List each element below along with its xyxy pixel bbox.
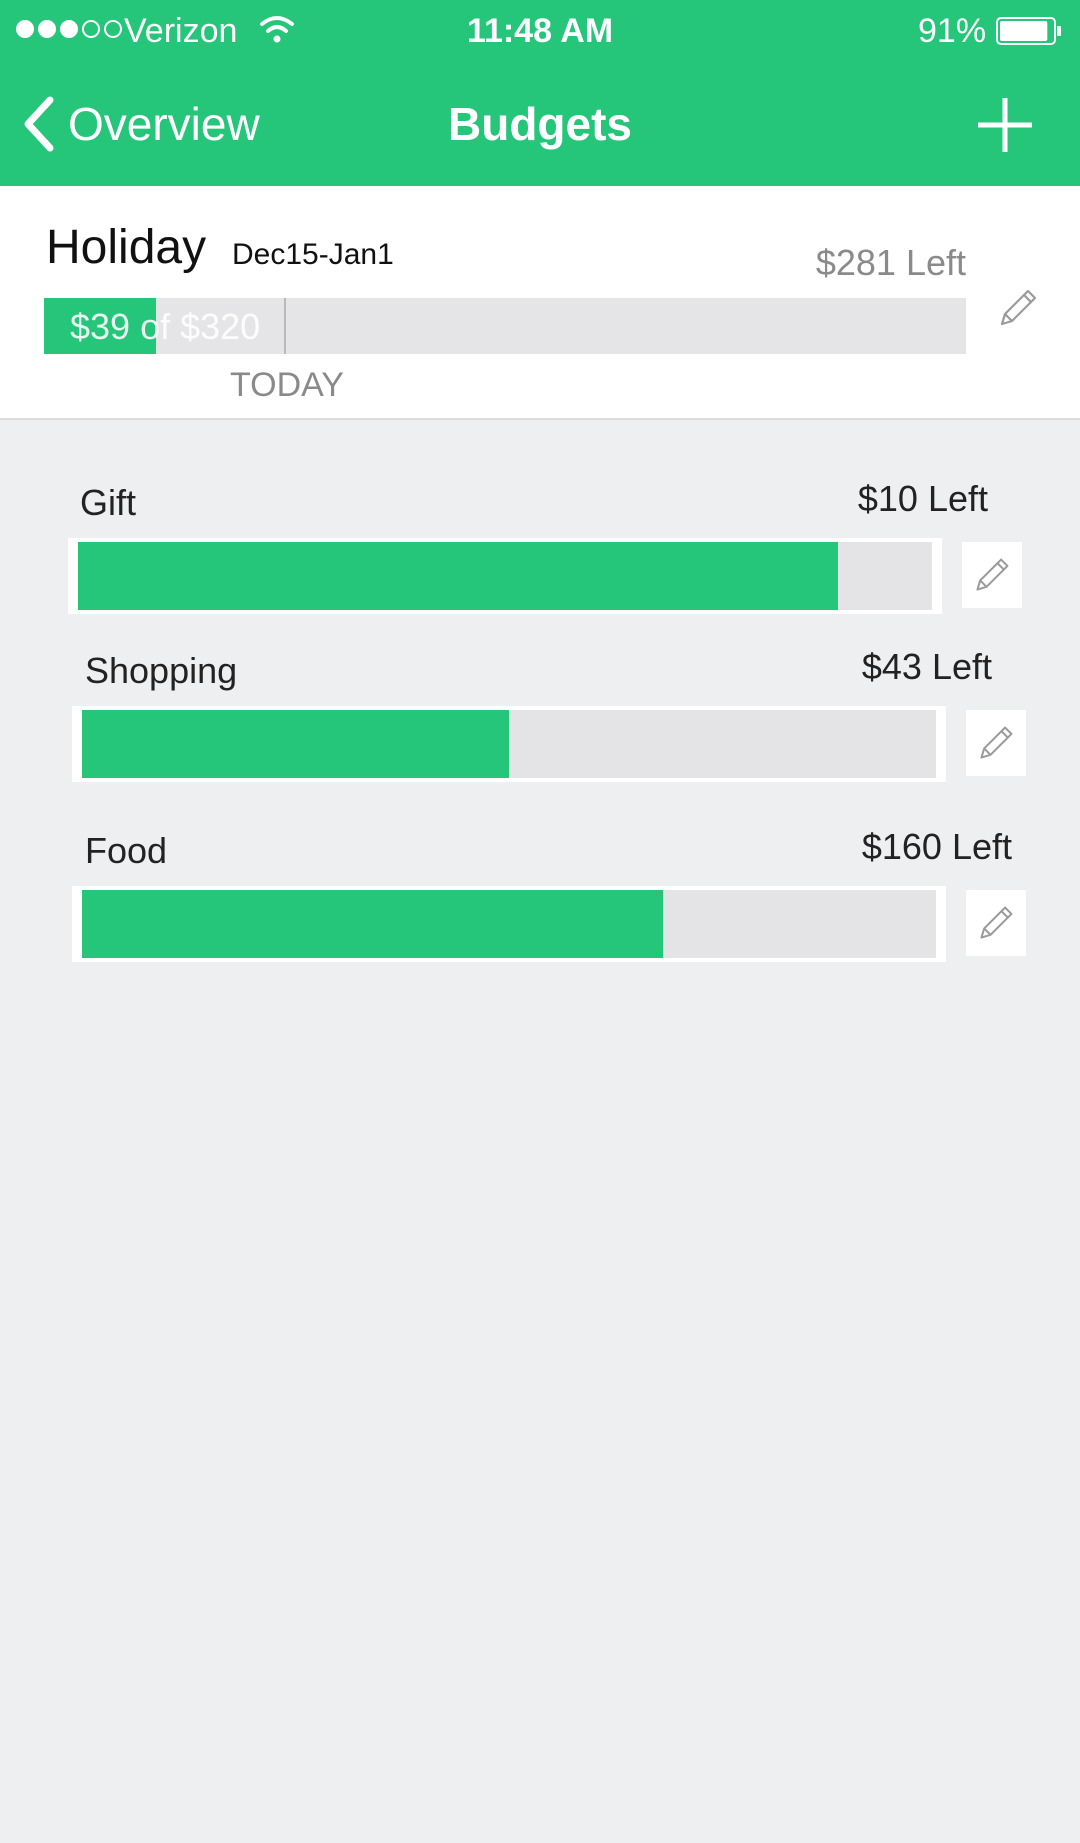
category-name: Food: [85, 830, 168, 871]
category-progress-bar: [72, 706, 946, 782]
category-name: Shopping: [85, 650, 238, 691]
edit-category-button[interactable]: [966, 710, 1026, 776]
pencil-icon: [976, 558, 1009, 591]
category-row: Food $160 Left: [0, 820, 1080, 980]
edit-category-button[interactable]: [962, 542, 1022, 608]
category-row: Gift $10 Left: [0, 470, 1080, 630]
category-name: Gift: [80, 482, 137, 523]
category-progress-bar: [72, 886, 946, 962]
edit-category-button[interactable]: [966, 890, 1026, 956]
today-label: TODAY: [230, 366, 344, 404]
pencil-icon: [980, 906, 1013, 939]
category-progress-track: [78, 542, 932, 610]
category-progress-track: [82, 710, 936, 778]
budget-remaining: $281 Left: [815, 242, 966, 283]
category-progress-track: [82, 890, 936, 958]
plus-icon[interactable]: [976, 96, 1034, 154]
budget-progress-bar: $39 of $320: [44, 298, 966, 354]
today-marker: [283, 298, 286, 354]
category-remaining: $10 Left: [857, 478, 988, 519]
category-progress-fill: [78, 542, 839, 610]
category-progress-fill: [82, 890, 663, 958]
budget-summary-card[interactable]: Holiday Dec15-Jan1 $281 Left $39 of $320…: [0, 186, 1080, 420]
pencil-icon: [980, 726, 1013, 759]
budget-spent-amount: $39 of $320: [70, 306, 261, 347]
category-remaining: $43 Left: [861, 646, 992, 687]
category-progress-bar: [68, 538, 942, 614]
category-remaining: $160 Left: [861, 826, 1012, 867]
category-progress-fill: [82, 710, 509, 778]
category-row: Shopping $43 Left: [0, 638, 1080, 798]
battery-level-fill: [1000, 21, 1048, 41]
battery-icon: [996, 17, 1061, 45]
page-title: Budgets: [448, 98, 632, 150]
status-bar: Verizon 11:48 AM 91%: [0, 0, 1080, 62]
navigation-bar: Overview Budgets: [0, 62, 1080, 186]
pencil-icon[interactable]: [996, 286, 1040, 330]
battery-percentage: 91%: [918, 12, 987, 50]
app-header: Verizon 11:48 AM 91% Overview Budgets: [0, 0, 1080, 186]
